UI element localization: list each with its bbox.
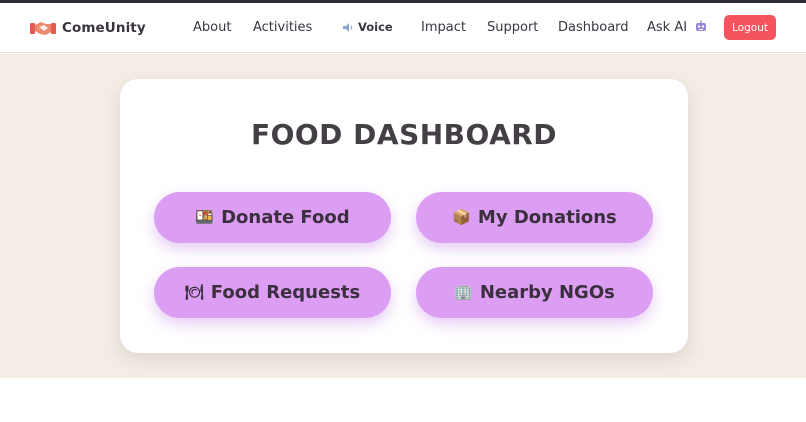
nav-ask-ai-label: Ask AI bbox=[647, 20, 688, 35]
nearby-ngos-button[interactable]: 🏢 Nearby NGOs bbox=[416, 267, 653, 318]
my-donations-label: My Donations bbox=[477, 207, 617, 228]
bento-box-icon: 🍱 bbox=[195, 208, 215, 226]
navbar: ComeUnity About Activities Voice Impact … bbox=[0, 3, 806, 53]
plate-cutlery-icon: 🍽 bbox=[184, 283, 204, 301]
nav-support[interactable]: Support bbox=[487, 20, 538, 35]
office-building-icon: 🏢 bbox=[454, 283, 473, 301]
brand-name: ComeUnity bbox=[62, 20, 146, 36]
nav-activities[interactable]: Activities bbox=[253, 20, 312, 35]
nav-ask-ai[interactable]: Ask AI bbox=[647, 20, 707, 35]
food-requests-label: Food Requests bbox=[210, 282, 361, 303]
food-requests-button[interactable]: 🍽 Food Requests bbox=[154, 267, 391, 318]
nav-about[interactable]: About bbox=[193, 20, 231, 35]
speaker-icon bbox=[343, 22, 353, 32]
logout-button[interactable]: Logout bbox=[724, 15, 776, 40]
hero-section: FOOD DASHBOARD 🍱 Donate Food 📦 My Donati… bbox=[0, 54, 806, 378]
nav-dashboard[interactable]: Dashboard bbox=[558, 20, 629, 35]
my-donations-button[interactable]: 📦 My Donations bbox=[416, 192, 653, 243]
donate-food-label: Donate Food bbox=[221, 207, 350, 228]
nav-voice-label: Voice bbox=[358, 20, 393, 34]
page-title: FOOD DASHBOARD bbox=[250, 118, 558, 151]
robot-icon bbox=[696, 20, 707, 31]
dashboard-card: FOOD DASHBOARD 🍱 Donate Food 📦 My Donati… bbox=[120, 79, 688, 353]
nav-impact[interactable]: Impact bbox=[421, 20, 466, 35]
brand[interactable]: ComeUnity bbox=[30, 18, 146, 38]
package-icon: 📦 bbox=[452, 208, 471, 226]
donate-food-button[interactable]: 🍱 Donate Food bbox=[154, 192, 391, 243]
handshake-icon bbox=[30, 22, 56, 35]
nearby-ngos-label: Nearby NGOs bbox=[479, 282, 615, 303]
nav-voice[interactable]: Voice bbox=[342, 20, 393, 34]
